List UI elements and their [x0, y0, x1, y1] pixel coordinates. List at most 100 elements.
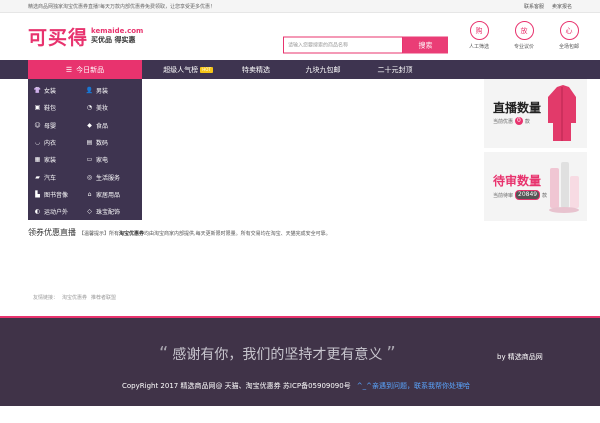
category-item[interactable]: ◆ 食品	[86, 117, 138, 134]
coupon-tip-prefix: 【温馨提示】所有	[79, 231, 120, 237]
category-menu: 👚 女装 👤 男装 ▣ 鞋包 ◔ 美妆 ☺ 母婴 ◆ 食品 ◡ 内衣 ▤ 数码 ▦ 家装 ▭ 家电 ▰ 汽车 ◎ 生活服务 ▙ 图…	[28, 79, 142, 220]
car-icon: ▰	[35, 173, 40, 181]
nav-label: 超级人气榜	[163, 65, 199, 74]
coat-icon	[548, 85, 576, 141]
nav-item-new-today[interactable]: ☰ 今日新品	[28, 60, 142, 79]
topbar: 精选商品网独家淘宝优惠券直播!每天万款内部优惠券免费领取，让您享受更多优惠！ 联…	[0, 0, 600, 13]
topbar-notice: 精选商品网独家淘宝优惠券直播!每天万款内部优惠券免费领取，让您享受更多优惠！	[28, 3, 216, 10]
card-sub-suffix: 款	[524, 118, 530, 125]
badge-manual-select: 购 人工筛选	[461, 21, 497, 50]
search-input[interactable]: 请输入您要搜索的商品名称	[283, 36, 403, 54]
home-icon: ⌂	[87, 190, 92, 198]
nav-item-special-sale[interactable]: 特卖精选	[234, 60, 278, 79]
category-item[interactable]: ▦ 家装	[34, 151, 86, 168]
category-item[interactable]: ▭ 家电	[86, 151, 138, 168]
footer: “ 感谢有你，我们的坚持才更有意义 ” by 精选商品网 CopyRight 2…	[0, 316, 600, 406]
coupon-tip: 【温馨提示】所有淘宝优惠券均由淘宝商家内部提供,每天更新限时限量。所有交易均在淘…	[79, 230, 331, 237]
nav-item-popular[interactable]: 超级人气榜 HOT	[142, 60, 234, 79]
category-item[interactable]: ◇ 珠宝配饰	[86, 203, 138, 220]
main-nav: ☰ 今日新品 超级人气榜 HOT 特卖精选 九块九包邮 二十元封顶	[0, 60, 600, 79]
category-label: 食品	[96, 122, 109, 130]
category-label: 美妆	[96, 105, 109, 113]
category-label: 家装	[44, 157, 57, 165]
quote-text: 感谢有你，我们的坚持才更有意义	[172, 346, 383, 363]
logo-slogan: 买优品 得实惠	[91, 36, 136, 44]
category-item[interactable]: ◎ 生活服务	[86, 168, 138, 185]
category-label: 生活服务	[96, 174, 121, 182]
category-label: 女装	[44, 88, 57, 96]
category-label: 图书音像	[44, 191, 69, 199]
help-link[interactable]: ^_^亲遇到问题，联系我帮你处理哈	[357, 381, 470, 391]
category-item[interactable]: ◡ 内衣	[34, 134, 86, 151]
category-item[interactable]: ▤ 数码	[86, 134, 138, 151]
search-bar: 请输入您要搜索的商品名称 搜索	[283, 36, 448, 54]
category-label: 家居用品	[96, 191, 121, 199]
friend-links: 友情链接： 淘宝优惠券 推荐者联盟	[33, 294, 116, 301]
category-item[interactable]: ◐ 运动户外	[34, 203, 86, 220]
badge-bargain: 放 专业议价	[506, 21, 542, 50]
category-item[interactable]: 👚 女装	[34, 82, 86, 99]
cosmetics-icon: ◔	[86, 104, 93, 112]
category-item[interactable]: ⌂ 家居用品	[86, 186, 138, 203]
furniture-icon: ▦	[34, 156, 41, 164]
category-item[interactable]: ☺ 母婴	[34, 117, 86, 134]
category-label: 数码	[96, 140, 109, 148]
category-item[interactable]: 👤 男装	[86, 82, 138, 99]
shirt-icon: 👚	[33, 87, 42, 95]
live-count-card[interactable]: 直播数量 当前优惠 0 款	[484, 79, 587, 148]
coupon-tip-suffix: 均由淘宝商家内部提供,每天更新限时限量。所有交易均在淘宝、天猫完成安全可靠。	[144, 231, 331, 237]
category-item[interactable]: ▰ 汽车	[34, 168, 86, 185]
baby-icon: ☺	[34, 121, 41, 129]
pending-count: 20849	[515, 190, 541, 200]
badge-free-shipping: 心 全场包邮	[551, 21, 587, 50]
sport-icon: ◐	[34, 208, 41, 216]
coupon-title: 领券优惠直播	[28, 228, 76, 237]
card-sub-prefix: 当前优惠	[493, 118, 514, 125]
search-button[interactable]: 搜索	[403, 36, 448, 54]
service-icon: ◎	[86, 173, 93, 181]
nav-label: 今日新品	[76, 65, 105, 74]
man-icon: 👤	[85, 87, 94, 95]
category-item[interactable]: ▣ 鞋包	[34, 99, 86, 116]
category-label: 珠宝配饰	[96, 209, 121, 217]
category-label: 内衣	[44, 140, 57, 148]
digital-icon: ▤	[86, 139, 93, 147]
footer-quote: “ 感谢有你，我们的坚持才更有意义 ”	[159, 343, 396, 364]
card-title: 待审数量	[493, 174, 542, 188]
nav-item-twenty-cap[interactable]: 二十元封顶	[368, 60, 422, 79]
category-label: 母婴	[44, 122, 57, 130]
card-sub-suffix: 款	[542, 192, 548, 199]
lingerie-icon: ◡	[34, 139, 41, 147]
friend-link[interactable]: 推荐者联盟	[91, 294, 116, 301]
book-icon: ▙	[35, 190, 40, 198]
footer-by: by 精选商品网	[497, 353, 543, 361]
card-sub-prefix: 当前待审	[493, 192, 514, 199]
category-label: 男装	[96, 88, 109, 96]
category-item[interactable]: ◔ 美妆	[86, 99, 138, 116]
category-label: 家电	[96, 157, 109, 165]
bottom-strip	[0, 406, 600, 423]
coupon-tip-bold: 淘宝优惠券	[119, 231, 145, 237]
logo-sub: kemaide.com 买优品 得实惠	[91, 27, 143, 45]
badge-label: 专业议价	[513, 44, 534, 50]
buy-icon: 购	[469, 21, 489, 40]
seller-signup-link[interactable]: 卖家报名	[552, 3, 572, 10]
nav-item-nine-nine[interactable]: 九块九包邮	[278, 60, 368, 79]
category-label: 运动户外	[44, 209, 69, 217]
card-title: 直播数量	[493, 101, 542, 115]
live-count: 0	[515, 117, 523, 125]
close-quote-icon: ”	[386, 343, 396, 364]
jewel-icon: ◇	[87, 208, 92, 216]
category-label: 鞋包	[44, 105, 57, 113]
contact-service-link[interactable]: 联系客服	[524, 3, 544, 10]
friend-link[interactable]: 淘宝优惠券	[62, 294, 87, 301]
card-sub: 当前优惠 0 款	[493, 117, 530, 125]
category-item[interactable]: ▙ 图书音像	[34, 186, 86, 203]
card-sub: 当前待审 20849 款	[493, 190, 547, 200]
logo[interactable]: 可买得 kemaide.com 买优品 得实惠	[28, 18, 143, 54]
topbar-links: 联系客服 卖家报名	[524, 3, 572, 10]
header: 可买得 kemaide.com 买优品 得实惠 请输入您要搜索的商品名称 搜索 …	[0, 13, 600, 60]
pending-count-card[interactable]: 待审数量 当前待审 20849 款	[484, 152, 587, 221]
copyright-text: CopyRight 2017 精选商品网@ 天猫、淘宝优惠券 苏ICP备0590…	[122, 382, 351, 390]
copyright: CopyRight 2017 精选商品网@ 天猫、淘宝优惠券 苏ICP备0590…	[122, 381, 470, 391]
